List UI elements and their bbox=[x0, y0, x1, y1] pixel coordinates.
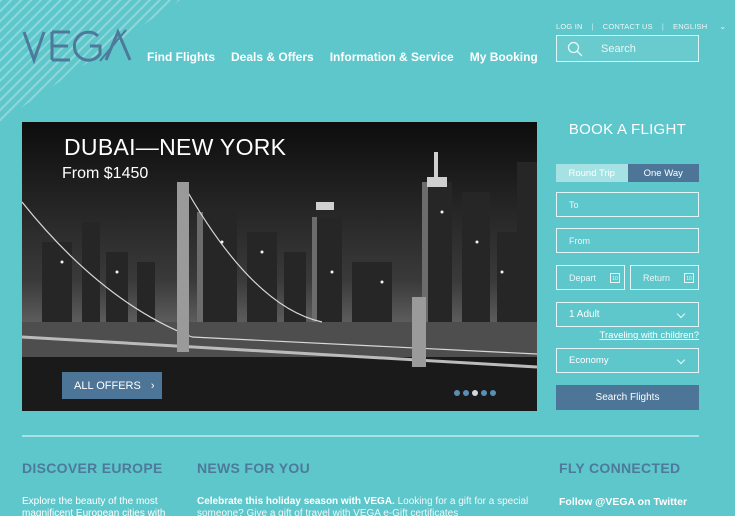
carousel-dot[interactable] bbox=[481, 390, 487, 396]
calendar-icon[interactable]: 10 bbox=[684, 273, 694, 283]
return-date-field[interactable]: Return 10 bbox=[630, 265, 699, 290]
carousel-dot-active[interactable] bbox=[472, 390, 478, 396]
nav-information-service[interactable]: Information & Service bbox=[330, 50, 454, 64]
cabin-class-select[interactable]: Economy bbox=[556, 348, 699, 373]
contact-us-link[interactable]: CONTACT US bbox=[603, 22, 653, 31]
nav-deals-offers[interactable]: Deals & Offers bbox=[231, 50, 314, 64]
chevron-down-icon[interactable]: ⌄ bbox=[719, 22, 726, 31]
vega-logo-icon bbox=[22, 28, 132, 65]
site-search bbox=[556, 35, 699, 62]
passengers-value: 1 Adult bbox=[569, 309, 600, 320]
logo[interactable] bbox=[22, 28, 134, 65]
section-divider bbox=[22, 435, 699, 437]
book-flight-title: BOOK A FLIGHT bbox=[568, 121, 687, 138]
from-placeholder: From bbox=[569, 235, 590, 246]
carousel-dot[interactable] bbox=[454, 390, 460, 396]
all-offers-label: ALL OFFERS bbox=[74, 379, 141, 392]
main-nav: Find Flights Deals & Offers Information … bbox=[147, 50, 538, 64]
from-field[interactable]: From bbox=[556, 228, 699, 253]
chevron-down-icon bbox=[676, 309, 686, 319]
depart-date-field[interactable]: Depart 10 bbox=[556, 265, 625, 290]
language-select[interactable]: ENGLISH bbox=[673, 22, 707, 31]
search-icon[interactable] bbox=[567, 41, 583, 57]
return-placeholder: Return bbox=[643, 272, 671, 283]
news-title: NEWS FOR YOU bbox=[197, 460, 311, 476]
all-offers-button[interactable]: ALL OFFERS › bbox=[62, 372, 162, 399]
chevron-down-icon bbox=[676, 355, 686, 365]
search-input[interactable] bbox=[601, 42, 681, 55]
search-flights-button[interactable]: Search Flights bbox=[556, 385, 699, 410]
discover-europe-title: DISCOVER EUROPE bbox=[22, 460, 163, 476]
to-field[interactable]: To bbox=[556, 192, 699, 217]
news-headline[interactable]: Celebrate this holiday season with VEGA. bbox=[197, 496, 395, 507]
separator: | bbox=[661, 22, 664, 31]
hero-banner[interactable]: DUBAI—NEW YORK From $1450 ALL OFFERS › bbox=[22, 122, 537, 411]
round-trip-tab[interactable]: Round Trip bbox=[556, 164, 628, 182]
hero-price: From $1450 bbox=[62, 165, 149, 182]
discover-europe-text: Explore the beauty of the most magnifice… bbox=[22, 496, 166, 516]
trip-type-toggle: Round Trip One Way bbox=[556, 164, 699, 182]
separator: | bbox=[591, 22, 594, 31]
login-link[interactable]: LOG IN bbox=[556, 22, 583, 31]
depart-placeholder: Depart bbox=[569, 272, 597, 283]
chevron-right-icon: › bbox=[150, 379, 155, 392]
nav-my-booking[interactable]: My Booking bbox=[470, 50, 538, 64]
top-links: LOG IN | CONTACT US | ENGLISH ⌄ bbox=[556, 22, 726, 31]
fly-connected-title: FLY CONNECTED bbox=[559, 460, 681, 476]
cabin-class-value: Economy bbox=[569, 355, 609, 366]
hero-title: DUBAI—NEW YORK bbox=[64, 134, 287, 160]
passengers-select[interactable]: 1 Adult bbox=[556, 302, 699, 327]
carousel-dot[interactable] bbox=[490, 390, 496, 396]
traveling-with-children-link[interactable]: Traveling with children? bbox=[556, 330, 699, 341]
to-placeholder: To bbox=[569, 199, 579, 210]
news-text: Celebrate this holiday season with VEGA.… bbox=[197, 496, 532, 516]
carousel-dot[interactable] bbox=[463, 390, 469, 396]
carousel-dots bbox=[454, 390, 496, 396]
calendar-icon[interactable]: 10 bbox=[610, 273, 620, 283]
nav-find-flights[interactable]: Find Flights bbox=[147, 50, 215, 64]
twitter-follow-link[interactable]: Follow @VEGA on Twitter bbox=[559, 496, 709, 508]
one-way-tab[interactable]: One Way bbox=[627, 164, 699, 182]
